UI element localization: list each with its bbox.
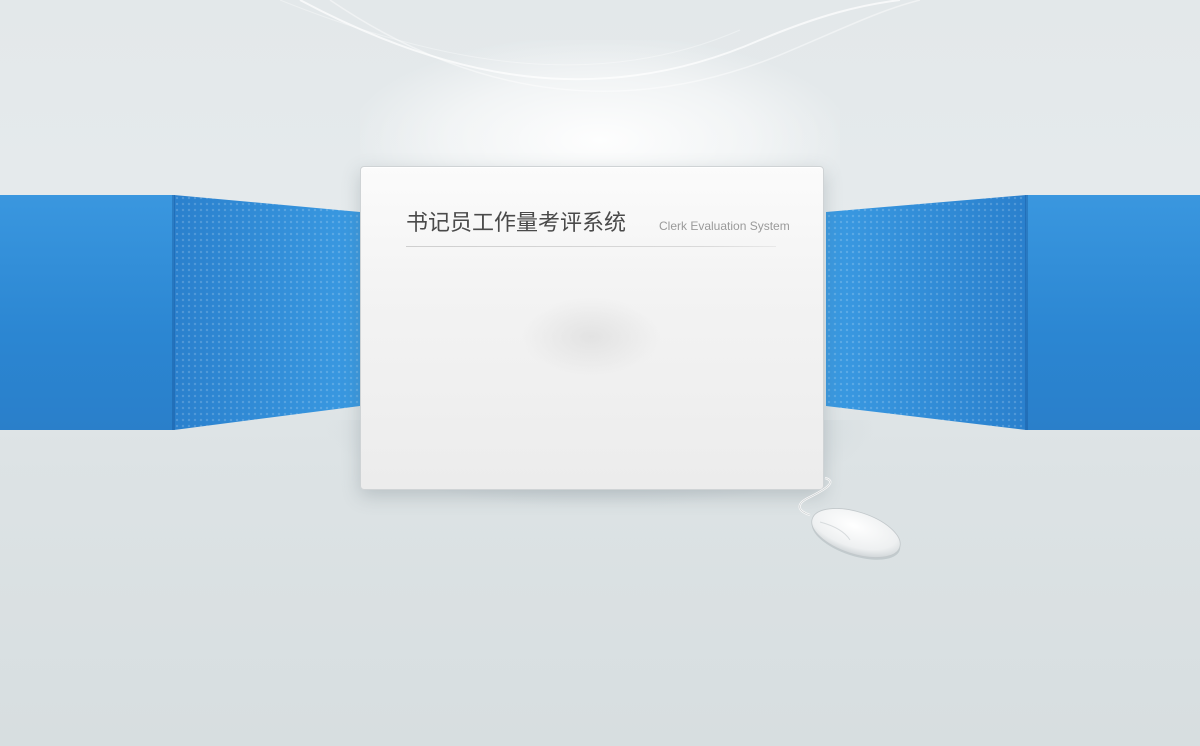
system-title: 书记员工作量考评系统 (406, 211, 627, 236)
right-outer-blue-wall (1026, 195, 1200, 430)
login-panel: 书记员工作量考评系统 Clerk Evaluation System (360, 166, 824, 490)
panel-content-area (521, 297, 661, 377)
left-inner-blue-wall (174, 195, 360, 430)
left-wall-edge (172, 195, 175, 430)
system-subtitle: Clerk Evaluation System (659, 219, 790, 233)
computer-mouse-icon (798, 476, 901, 560)
title-divider (406, 246, 776, 247)
right-inner-blue-wall (826, 195, 1026, 430)
left-outer-blue-wall (0, 195, 174, 430)
right-wall-edge (1025, 195, 1028, 430)
